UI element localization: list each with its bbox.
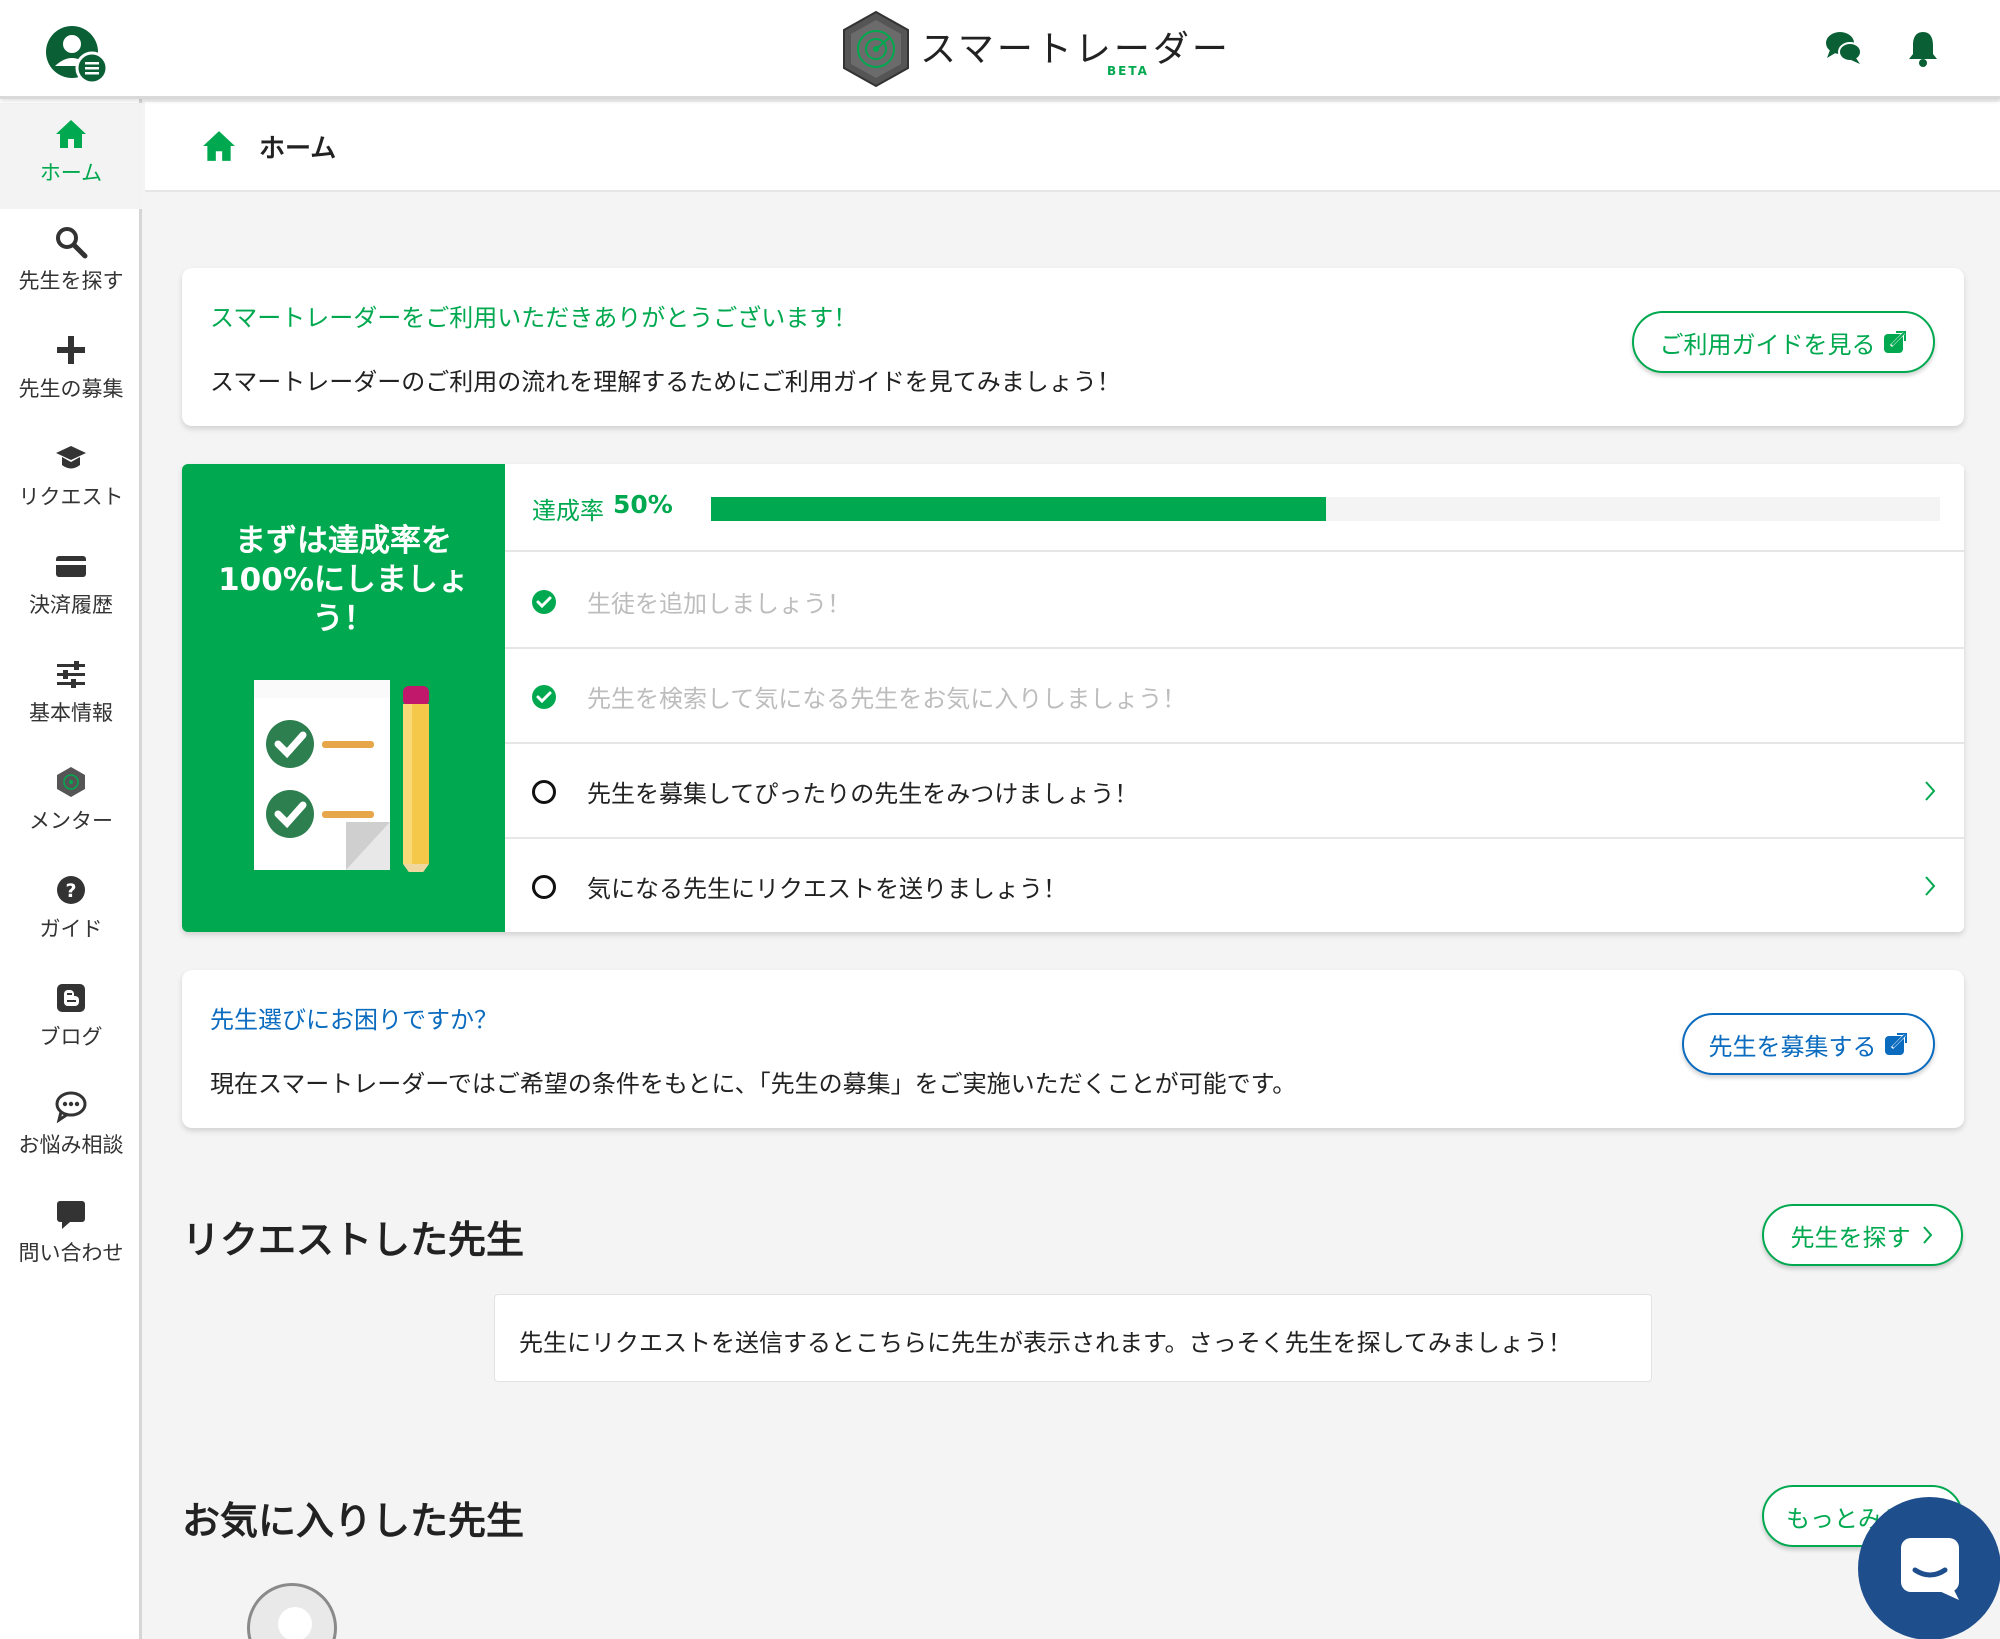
search-icon [56,227,88,259]
empty-circle-icon [532,875,556,899]
task-label: 生徒を追加しましょう！ [587,590,851,618]
task-label: 先生を検索して気になる先生をお気に入りしましょう！ [587,685,1187,713]
question-icon: ? [57,876,85,904]
home-icon [203,131,235,161]
requested-teachers-title: リクエストした先生 [182,1218,525,1262]
achievement-rate-value: 50% [613,490,673,519]
progress-card: まずは達成率を100%にしましょう！ 達成率 50% 生徒を追加しましょう！ 先… [182,464,1964,932]
recruit-teacher-button-label: 先生を募集する [1708,1032,1877,1061]
message-icon [57,1201,85,1229]
mentor-logo-icon [57,767,85,797]
sidebar-item-blog[interactable]: ブログ [0,967,142,1073]
graduation-cap-icon [56,446,86,469]
sidebar-item-mentor[interactable]: メンター [0,751,142,857]
user-silhouette-icon [278,1607,312,1639]
svg-text:?: ? [65,880,76,902]
recruit-text: 現在スマートレーダーではご希望の条件をもとに、「先生の募集」をご実施いただくこと… [210,1070,1297,1098]
chevron-right-icon [1925,876,1936,896]
sidebar-item-label: 決済履歴 [29,593,113,617]
recruit-title: 先生選びにお困りですか？ [210,1006,498,1034]
view-guide-button[interactable]: ご利用ガイドを見る [1632,311,1935,373]
sidebar-item-label: 基本情報 [29,701,113,725]
app-logo[interactable]: スマートレーダー BETA [842,10,1231,88]
sidebar-item-label: ガイド [39,917,103,941]
sidebar-item-guide[interactable]: ? ガイド [0,859,142,965]
check-circle-icon [532,685,556,709]
sidebar-item-label: ホーム [39,161,103,185]
account-menu-icon[interactable] [42,22,110,88]
check-circle-icon [532,590,556,614]
requested-empty-text: 先生にリクエストを送信するとこちらに先生が表示されます。さっそく先生を探してみま… [519,1329,1572,1357]
page-title: ホーム [259,134,337,164]
find-teacher-button[interactable]: 先生を探す [1762,1204,1963,1266]
welcome-card: スマートレーダーをご利用いただきありがとうございます！ スマートレーダーのご利用… [182,268,1964,426]
comment-dots-icon [55,1091,87,1123]
sidebar-item-label: メンター [29,809,113,833]
task-favorite-teacher: 先生を検索して気になる先生をお気に入りしましょう！ [505,649,1964,744]
sidebar-item-requests[interactable]: リクエスト [0,427,142,533]
page-header: ホーム [145,102,2000,192]
sidebar-item-payments[interactable]: 決済履歴 [0,535,142,641]
chevron-right-icon [1925,781,1936,801]
find-teacher-button-label: 先生を探す [1790,1223,1911,1252]
sliders-icon [57,661,85,688]
progress-bar-fill [711,497,1326,521]
sidebar-item-home[interactable]: ホーム [0,103,142,209]
sidebar-item-label: お悩み相談 [18,1133,124,1157]
sidebar-item-basic-info[interactable]: 基本情報 [0,643,142,749]
credit-card-icon [56,556,86,577]
progress-intro-panel: まずは達成率を100%にしましょう！ [182,464,505,932]
favorite-teachers-title: お気に入りした先生 [182,1499,525,1543]
sidebar-item-contact[interactable]: 問い合わせ [0,1183,142,1289]
checklist-illustration [254,680,429,872]
sidebar-item-label: 先生の募集 [18,377,124,401]
top-bar: スマートレーダー BETA [0,0,2000,99]
home-icon [56,120,86,148]
recruit-card: 先生選びにお困りですか？ 現在スマートレーダーではご希望の条件をもとに、「先生の… [182,970,1964,1128]
task-label: 先生を募集してぴったりの先生をみつけましょう！ [587,780,1139,808]
sidebar-item-consultation[interactable]: お悩み相談 [0,1075,142,1181]
task-label: 気になる先生にリクエストを送りましょう！ [587,875,1067,903]
beta-badge: BETA [1107,64,1149,78]
logo-text: スマートレーダー [920,29,1231,70]
sidebar-item-label: 先生を探す [18,269,124,293]
task-add-student: 生徒を追加しましょう！ [505,554,1964,649]
external-link-icon [1884,1032,1907,1055]
sidebar-item-label: リクエスト [18,485,124,509]
blog-icon [57,984,85,1012]
radar-logo-icon [843,10,909,88]
welcome-text: スマートレーダーのご利用の流れを理解するためにご利用ガイドを見てみましょう！ [210,368,1121,396]
recruit-teacher-button[interactable]: 先生を募集する [1682,1013,1935,1075]
task-recruit-teacher[interactable]: 先生を募集してぴったりの先生をみつけましょう！ [505,744,1964,839]
sidebar-item-label: ブログ [39,1025,103,1049]
welcome-title: スマートレーダーをご利用いただきありがとうございます！ [210,304,858,332]
progress-bar [711,497,1940,521]
requested-empty-notice: 先生にリクエストを送信するとこちらに先生が表示されます。さっそく先生を探してみま… [494,1294,1652,1382]
chevron-right-icon [1922,1226,1932,1244]
chat-icon[interactable] [1824,28,1864,68]
progress-intro-title: まずは達成率を100%にしましょう！ [218,523,469,637]
chat-widget-button[interactable] [1858,1497,2000,1639]
bell-icon[interactable] [1903,28,1943,68]
sidebar: ホーム 先生を探す 先生の募集 リクエスト 決済履歴 基本情報 メンター ? ガ… [0,99,142,1639]
sidebar-item-recruit[interactable]: 先生の募集 [0,319,142,425]
external-link-icon [1883,330,1906,353]
plus-icon [57,336,85,364]
chat-widget-icon [1901,1538,1959,1600]
achievement-rate-label: 達成率 [532,497,604,525]
task-send-request[interactable]: 気になる先生にリクエストを送りましょう！ [505,839,1964,932]
view-guide-button-label: ご利用ガイドを見る [1659,330,1876,359]
achievement-rate-row: 達成率 50% [505,464,1964,552]
empty-circle-icon [532,780,556,804]
sidebar-item-label: 問い合わせ [18,1241,124,1265]
avatar[interactable] [247,1583,337,1639]
sidebar-item-search-teachers[interactable]: 先生を探す [0,211,142,317]
